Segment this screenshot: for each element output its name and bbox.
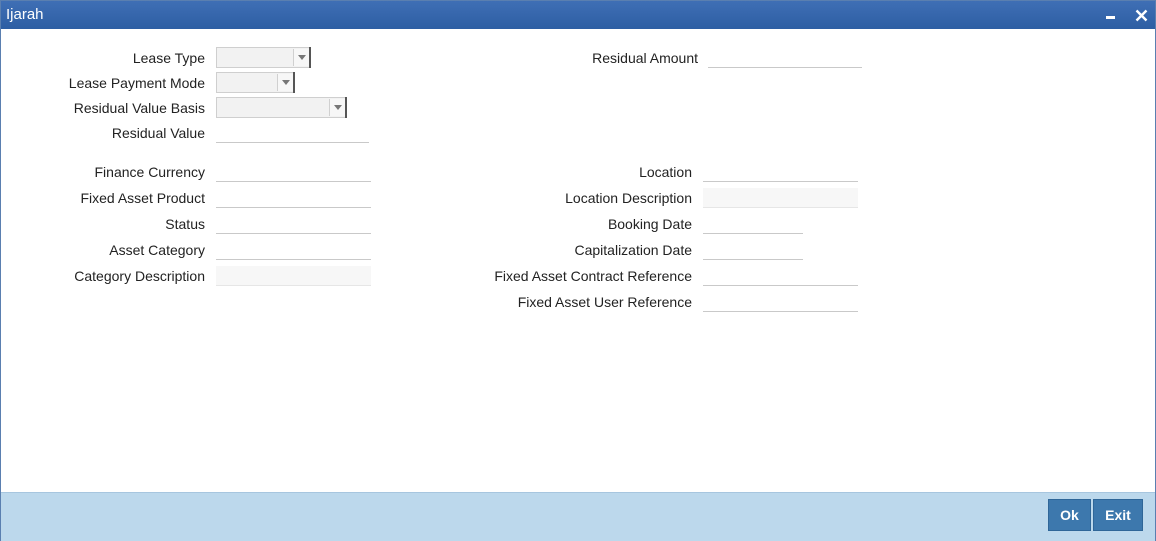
chevron-down-icon[interactable] [277, 74, 293, 91]
finance-currency-field[interactable] [216, 162, 371, 182]
location-description-field [703, 188, 858, 208]
fixed-asset-contract-reference-label: Fixed Asset Contract Reference [494, 268, 692, 284]
asset-category-field[interactable] [216, 240, 371, 260]
booking-date-label: Booking Date [607, 216, 692, 232]
lease-type-label: Lease Type [132, 50, 205, 66]
fixed-asset-product-label: Fixed Asset Product [80, 190, 205, 206]
residual-amount-field[interactable] [708, 48, 862, 68]
fixed-asset-contract-reference-field[interactable] [703, 266, 858, 286]
residual-value-basis-label: Residual Value Basis [73, 100, 205, 116]
finance-currency-label: Finance Currency [94, 164, 206, 180]
lease-payment-mode-label: Lease Payment Mode [68, 75, 205, 91]
category-description-field [216, 266, 371, 286]
residual-value-basis-select[interactable] [216, 97, 347, 118]
minimize-icon[interactable] [1101, 5, 1121, 25]
status-field[interactable] [216, 214, 371, 234]
capitalization-date-label: Capitalization Date [574, 242, 692, 258]
location-description-label: Location Description [565, 190, 692, 206]
residual-amount-label: Residual Amount [592, 50, 698, 66]
status-label: Status [165, 216, 205, 232]
residual-value-field[interactable] [216, 123, 369, 143]
close-icon[interactable] [1131, 5, 1151, 25]
residual-value-label: Residual Value [111, 125, 205, 141]
exit-button[interactable]: Exit [1093, 499, 1143, 531]
lease-payment-mode-select[interactable] [216, 72, 295, 93]
window-title: Ijarah [6, 6, 44, 23]
category-description-label: Category Description [74, 268, 205, 284]
fixed-asset-user-reference-field[interactable] [703, 292, 858, 312]
booking-date-field[interactable] [703, 214, 803, 234]
title-bar[interactable]: Ijarah [1, 1, 1155, 29]
location-label: Location [639, 164, 692, 180]
footer-bar: Ok Exit [1, 492, 1155, 541]
capitalization-date-field[interactable] [703, 240, 803, 260]
fixed-asset-user-reference-label: Fixed Asset User Reference [517, 294, 692, 310]
location-field[interactable] [703, 162, 858, 182]
ijarah-window: Ijarah Lease Type Lease Payment Mode Res… [0, 0, 1156, 541]
asset-category-label: Asset Category [109, 242, 205, 258]
chevron-down-icon[interactable] [329, 99, 345, 116]
chevron-down-icon[interactable] [293, 49, 309, 66]
fixed-asset-product-field[interactable] [216, 188, 371, 208]
ok-button[interactable]: Ok [1048, 499, 1091, 531]
lease-type-select[interactable] [216, 47, 311, 68]
